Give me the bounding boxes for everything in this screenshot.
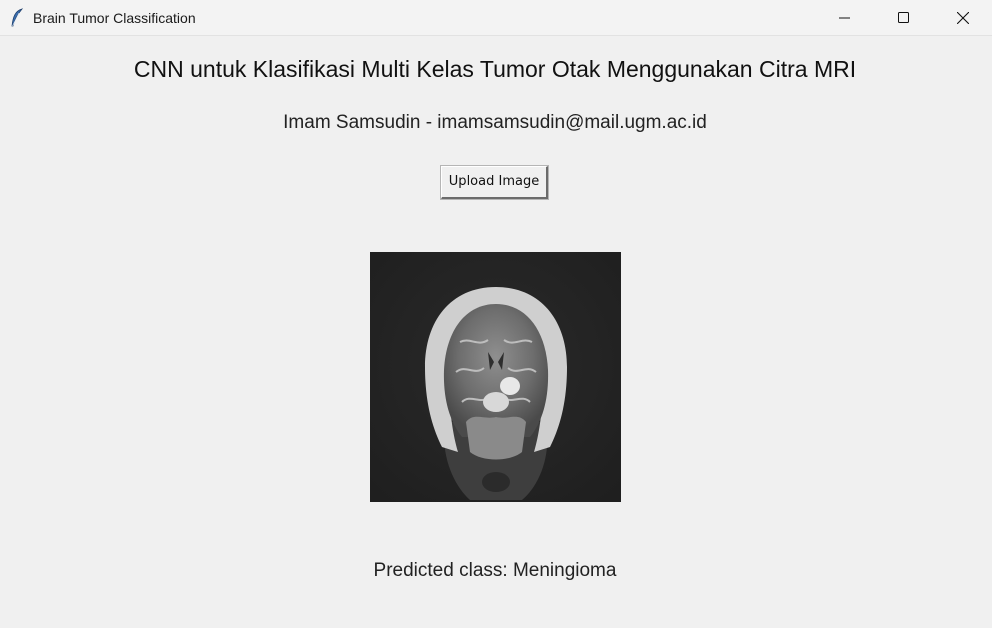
page-title: CNN untuk Klasifikasi Multi Kelas Tumor … [133, 56, 857, 82]
close-icon [957, 12, 969, 24]
upload-image-button[interactable]: Upload Image [440, 165, 549, 200]
title-bar: Brain Tumor Classification [0, 0, 992, 36]
minimize-button[interactable] [822, 0, 868, 36]
mri-image [370, 252, 621, 502]
prediction-label: Predicted class: Meningioma [373, 560, 617, 581]
window-title: Brain Tumor Classification [33, 10, 196, 26]
maximize-icon [898, 12, 909, 23]
author-line: Imam Samsudin - imamsamsudin@mail.ugm.ac… [283, 112, 707, 133]
main-content: CNN untuk Klasifikasi Multi Kelas Tumor … [0, 36, 992, 628]
maximize-button[interactable] [881, 0, 927, 36]
close-button[interactable] [940, 0, 986, 36]
minimize-icon [839, 17, 850, 19]
feather-icon [10, 8, 24, 28]
